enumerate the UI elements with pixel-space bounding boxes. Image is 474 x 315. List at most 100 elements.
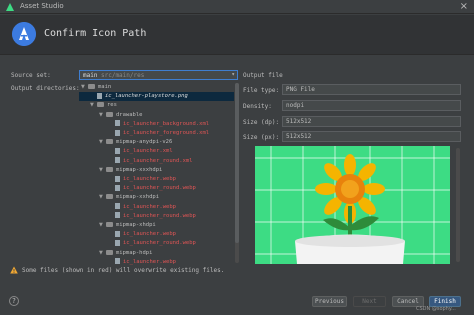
tree-item-label: ic_launcher_round.webp <box>123 212 196 219</box>
output-file-title: Output file <box>243 72 283 79</box>
file-icon <box>97 92 102 99</box>
folder-icon <box>106 139 113 145</box>
tree-item-label: ic_launcher_round.webp <box>123 185 196 192</box>
size-dp-value: 512x512 <box>286 118 312 125</box>
tree-scrollbar-thumb[interactable] <box>235 83 239 243</box>
tree-item-label: ic_launcher-playstore.png <box>105 93 188 100</box>
density-value: nodpi <box>286 102 305 109</box>
watermark-text: CSDN @sophy... <box>416 306 456 312</box>
warning-icon <box>10 266 18 274</box>
size-px-value: 512x512 <box>286 133 312 140</box>
chevron-down-icon[interactable]: ▼ <box>99 249 106 258</box>
next-button[interactable]: Next <box>353 296 386 307</box>
tree-item-label: mipmap-xhdpi <box>116 222 156 228</box>
file-icon <box>115 120 120 127</box>
help-button[interactable]: ? <box>9 296 19 306</box>
tree-item-label: ic_launcher_round.webp <box>123 240 196 247</box>
source-set-value: main <box>83 72 98 79</box>
tree-item-label: res <box>107 102 117 109</box>
window-titlebar: Asset Studio × <box>0 0 474 14</box>
file-type-label: File type: <box>243 87 280 94</box>
tree-folder-row[interactable]: ▼ mipmap-xhdpi <box>79 221 234 230</box>
source-set-label: Source set: <box>11 72 51 79</box>
file-type-field: PNG File <box>282 84 461 95</box>
tree-folder-row[interactable]: ▼ res <box>79 101 234 110</box>
warning-text: Some files (shown in red) will overwrite… <box>22 267 225 274</box>
wizard-header: Confirm Icon Path <box>0 15 474 55</box>
folder-icon <box>106 166 113 172</box>
android-studio-icon <box>6 3 14 11</box>
chevron-down-icon[interactable]: ▼ <box>99 166 106 175</box>
tree-file-row[interactable]: ic_launcher_background.xml <box>79 120 234 129</box>
density-field: nodpi <box>282 100 461 111</box>
source-set-select[interactable]: main src/main/res ▾ <box>79 70 238 80</box>
tree-item-label: ic_launcher.xml <box>123 148 173 155</box>
tree-item-label: drawable <box>116 111 143 118</box>
output-directory-tree[interactable]: ▼ main ic_launcher-playstore.png ▼ res ▼ drawa… <box>79 83 239 265</box>
tree-file-row[interactable]: ic_launcher_round.webp <box>79 239 234 248</box>
tree-item-label: main <box>98 84 112 90</box>
file-icon <box>115 175 120 182</box>
tree-item-label: ic_launcher_round.xml <box>123 157 193 164</box>
chevron-down-icon[interactable]: ▼ <box>90 101 97 110</box>
folder-icon <box>106 222 113 227</box>
file-icon <box>115 184 120 191</box>
size-px-field: 512x512 <box>282 131 461 142</box>
tree-item-label: mipmap-xxhdpi <box>116 194 160 201</box>
tree-folder-row[interactable]: ▼ mipmap-xxhdpi <box>79 193 234 202</box>
close-icon[interactable]: × <box>460 1 468 12</box>
wizard-footer: ? Previous Next Cancel Finish <box>0 290 474 315</box>
chevron-down-icon[interactable]: ▼ <box>99 111 106 120</box>
tree-file-row[interactable]: ic_launcher_round.xml <box>79 157 234 166</box>
file-type-value: PNG File <box>286 86 315 93</box>
tree-file-row[interactable]: ic_launcher.webp <box>79 203 234 212</box>
overwrite-warning: Some files (shown in red) will overwrite… <box>0 263 474 277</box>
tree-file-row[interactable]: ic_launcher-playstore.png <box>79 92 234 102</box>
density-label: Density: <box>243 103 272 110</box>
file-icon <box>115 239 120 246</box>
tree-file-row[interactable]: ic_launcher.webp <box>79 175 234 184</box>
tree-file-row[interactable]: ic_launcher_foreground.xml <box>79 129 234 138</box>
tree-item-label: ic_launcher_background.xml <box>123 120 210 127</box>
tree-file-row[interactable]: ic_launcher.xml <box>79 147 234 156</box>
file-icon <box>115 157 120 164</box>
tree-item-label: ic_launcher_foreground.xml <box>123 130 210 136</box>
folder-icon <box>106 249 113 255</box>
tree-folder-row[interactable]: ▼ mipmap-xxxhdpi <box>79 166 234 175</box>
chevron-down-icon[interactable]: ▼ <box>99 221 106 230</box>
size-dp-label: Size (dp): <box>243 119 280 126</box>
file-icon <box>115 230 120 237</box>
chevron-down-icon[interactable]: ▼ <box>81 83 88 92</box>
folder-icon <box>97 102 104 108</box>
size-dp-field: 512x512 <box>282 116 461 127</box>
tree-file-row[interactable]: ic_launcher_round.webp <box>79 212 234 221</box>
file-icon <box>115 203 120 210</box>
size-px-label: Size (px): <box>243 134 280 141</box>
tree-item-label: ic_launcher.webp <box>123 231 176 238</box>
page-title: Confirm Icon Path <box>44 28 147 39</box>
tree-item-label: ic_launcher.webp <box>123 203 176 210</box>
chevron-down-icon[interactable]: ▼ <box>99 193 106 202</box>
tree-item-label: mipmap-anydpi-v26 <box>116 139 173 146</box>
folder-icon <box>88 84 95 89</box>
chevron-down-icon: ▾ <box>231 71 235 78</box>
previous-button[interactable]: Previous <box>312 296 347 307</box>
tree-item-label: ic_launcher.webp <box>123 176 176 182</box>
preview-scrollbar[interactable] <box>456 148 460 262</box>
tree-scrollbar[interactable] <box>235 83 239 263</box>
file-icon <box>115 212 120 219</box>
tree-folder-row[interactable]: ▼ drawable <box>79 111 234 120</box>
tree-item-label: mipmap-hdpi <box>116 249 153 256</box>
tree-file-row[interactable]: ic_launcher_round.webp <box>79 184 234 193</box>
chevron-down-icon[interactable]: ▼ <box>99 138 106 147</box>
tree-file-row[interactable]: ic_launcher.webp <box>79 230 234 239</box>
source-set-path: src/main/res <box>101 72 145 79</box>
asset-studio-logo <box>12 22 36 46</box>
window-title: Asset Studio <box>20 2 64 10</box>
tree-folder-row[interactable]: ▼ mipmap-hdpi <box>79 249 234 258</box>
file-icon <box>115 147 120 154</box>
tree-folder-row[interactable]: ▼ main <box>79 83 234 92</box>
output-directories-label: Output directories: <box>11 85 80 92</box>
icon-preview-image <box>255 146 450 264</box>
tree-folder-row[interactable]: ▼ mipmap-anydpi-v26 <box>79 138 234 147</box>
